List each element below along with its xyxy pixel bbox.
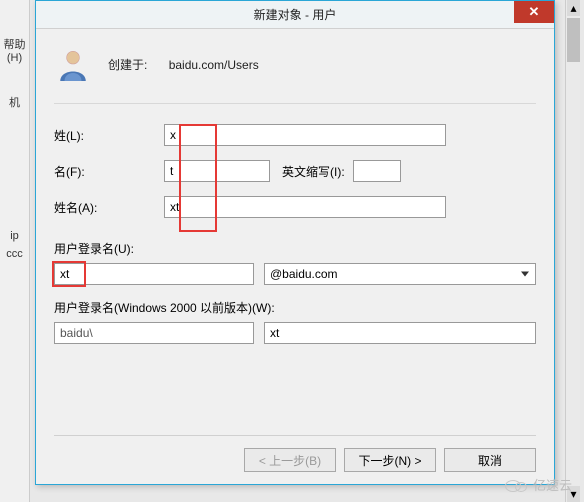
cancel-button[interactable]: 取消 bbox=[444, 448, 536, 472]
domain-selected-value: @baidu.com bbox=[270, 267, 338, 281]
chevron-down-icon bbox=[521, 272, 529, 277]
scroll-thumb[interactable] bbox=[567, 18, 580, 62]
surname-input[interactable] bbox=[164, 124, 446, 146]
logon-name-label: 用户登录名(U): bbox=[54, 240, 536, 257]
back-button: < 上一步(B) bbox=[244, 448, 336, 472]
close-button[interactable]: ✕ bbox=[514, 1, 554, 23]
dialog-footer: < 上一步(B) 下一步(N) > 取消 bbox=[54, 435, 536, 472]
dialog-title: 新建对象 - 用户 bbox=[254, 6, 337, 23]
bg-text-ip: ip bbox=[0, 230, 29, 242]
user-icon bbox=[56, 47, 90, 81]
initials-label: 英文缩写(I): bbox=[282, 163, 345, 180]
created-in-path: baidu.com/Users bbox=[169, 58, 259, 72]
bg-text-cc: ccc bbox=[0, 248, 29, 260]
scroll-up-icon[interactable]: ▴ bbox=[567, 0, 580, 16]
watermark-text: 亿速云 bbox=[533, 475, 572, 494]
logon-name-input[interactable] bbox=[54, 263, 254, 285]
surname-row: 姓(L): bbox=[54, 124, 536, 146]
given-name-label: 名(F): bbox=[54, 163, 164, 180]
surname-label: 姓(L): bbox=[54, 127, 164, 144]
created-in-label: 创建于: bbox=[108, 58, 147, 72]
legacy-logon-label: 用户登录名(Windows 2000 以前版本)(W): bbox=[54, 299, 536, 316]
created-in: 创建于: baidu.com/Users bbox=[108, 56, 259, 73]
name-fields-group: 姓(L): 名(F): 英文缩写(I): 姓名(A): bbox=[54, 124, 536, 232]
given-name-row: 名(F): 英文缩写(I): bbox=[54, 160, 536, 182]
help-menu[interactable]: 帮助(H) bbox=[0, 36, 29, 64]
new-user-dialog: 新建对象 - 用户 ✕ 创建于: baidu.com/Users 姓(L): bbox=[35, 0, 555, 485]
given-name-input[interactable] bbox=[164, 160, 270, 182]
next-button[interactable]: 下一步(N) > bbox=[344, 448, 436, 472]
close-icon: ✕ bbox=[529, 4, 540, 20]
initials-input[interactable] bbox=[353, 160, 401, 182]
background-scrollbar[interactable]: ▴ ▾ bbox=[565, 0, 580, 502]
fullname-input[interactable] bbox=[164, 196, 446, 218]
divider bbox=[54, 103, 536, 104]
fullname-label: 姓名(A): bbox=[54, 199, 164, 216]
legacy-domain-prefix bbox=[54, 322, 254, 344]
fullname-row: 姓名(A): bbox=[54, 196, 536, 218]
dialog-content: 创建于: baidu.com/Users 姓(L): 名(F): 英文缩写(I)… bbox=[36, 29, 554, 484]
titlebar: 新建对象 - 用户 ✕ bbox=[36, 1, 554, 29]
watermark-logo-icon bbox=[505, 477, 529, 493]
legacy-logon-input[interactable] bbox=[264, 322, 536, 344]
watermark: 亿速云 bbox=[505, 475, 572, 494]
created-in-row: 创建于: baidu.com/Users bbox=[54, 47, 536, 81]
logon-name-row: @baidu.com bbox=[54, 263, 536, 285]
background-panel: 帮助(H) 机 ip ccc bbox=[0, 0, 30, 502]
bg-text-machine: 机 bbox=[0, 94, 29, 110]
legacy-logon-row bbox=[54, 322, 536, 344]
domain-select[interactable]: @baidu.com bbox=[264, 263, 536, 285]
